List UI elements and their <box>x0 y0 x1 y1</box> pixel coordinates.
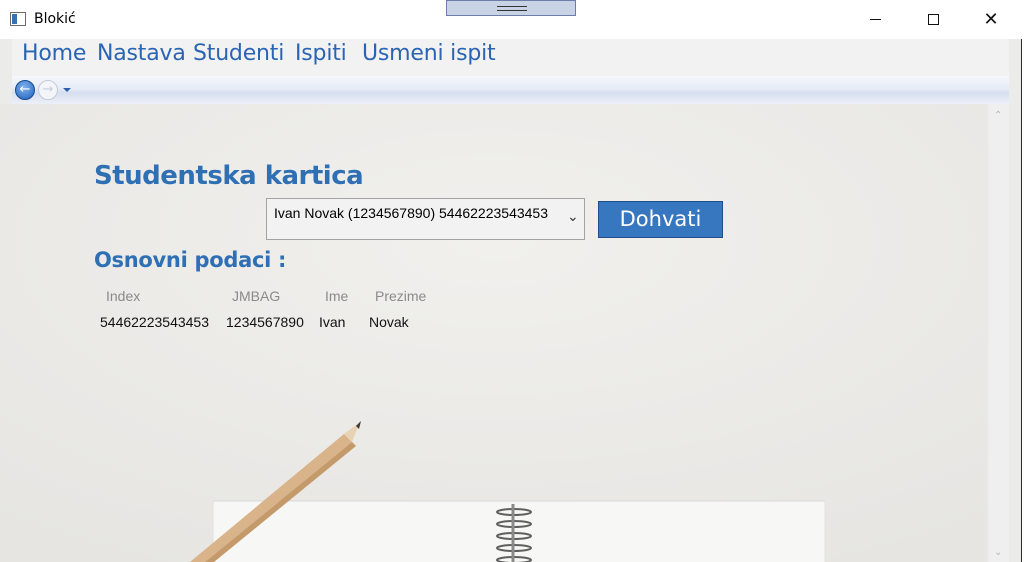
chevron-down-icon[interactable]: ⌄ <box>567 209 579 225</box>
navigation-bar: ← → <box>12 76 1009 104</box>
forward-arrow-icon[interactable]: → <box>38 80 58 100</box>
minimize-button[interactable] <box>846 0 904 39</box>
notebook <box>212 500 826 562</box>
cell-prezime: Novak <box>369 314 409 330</box>
menu-item-ispiti[interactable]: Ispiti <box>295 41 347 66</box>
title-bar: Blokić ✕ <box>0 0 1025 39</box>
cell-index: 54462223543453 <box>100 314 210 330</box>
column-header-index: Index <box>106 288 141 304</box>
minimize-icon <box>869 19 881 20</box>
main-menu: Home Nastava Studenti Ispiti Usmeni ispi… <box>12 39 1009 76</box>
chevron-down-icon[interactable] <box>63 88 71 92</box>
window-border <box>1021 39 1025 562</box>
close-icon: ✕ <box>983 9 999 30</box>
maximize-button[interactable] <box>904 0 962 39</box>
cell-ime: Ivan <box>319 314 346 330</box>
menu-item-usmeni-ispit[interactable]: Usmeni ispit <box>362 41 496 66</box>
close-button[interactable]: ✕ <box>962 0 1020 39</box>
menu-item-home[interactable]: Home <box>22 41 86 66</box>
column-header-ime: Ime <box>325 288 349 304</box>
column-header-jmbag: JMBAG <box>232 288 281 304</box>
window-title: Blokić <box>34 11 76 27</box>
page-title: Studentska kartica <box>94 161 364 191</box>
drag-handle[interactable] <box>446 0 576 16</box>
maximize-icon <box>927 14 939 25</box>
app-window-icon <box>10 12 26 26</box>
menu-item-studenti[interactable]: Studenti <box>193 41 284 66</box>
menu-item-nastava[interactable]: Nastava <box>97 41 186 66</box>
fetch-button[interactable]: Dohvati <box>598 201 723 238</box>
window-client: Home Nastava Studenti Ispiti Usmeni ispi… <box>0 39 1021 562</box>
student-select[interactable]: Ivan Novak (1234567890) 54462223543453 ⌄ <box>266 198 585 240</box>
scroll-down-icon[interactable]: ⌄ <box>994 547 1002 558</box>
section-title: Osnovni podaci : <box>94 248 287 272</box>
scroll-up-icon[interactable]: ⌃ <box>994 110 1002 121</box>
back-arrow-icon[interactable]: ← <box>15 80 35 100</box>
student-select-value: Ivan Novak (1234567890) 54462223543453 <box>274 205 549 221</box>
column-header-prezime: Prezime <box>375 288 427 304</box>
page-content: Studentska kartica Ivan Novak (123456789… <box>0 104 987 562</box>
vertical-scrollbar[interactable]: ⌃ ⌄ <box>989 104 1009 562</box>
cell-jmbag: 1234567890 <box>226 314 304 330</box>
